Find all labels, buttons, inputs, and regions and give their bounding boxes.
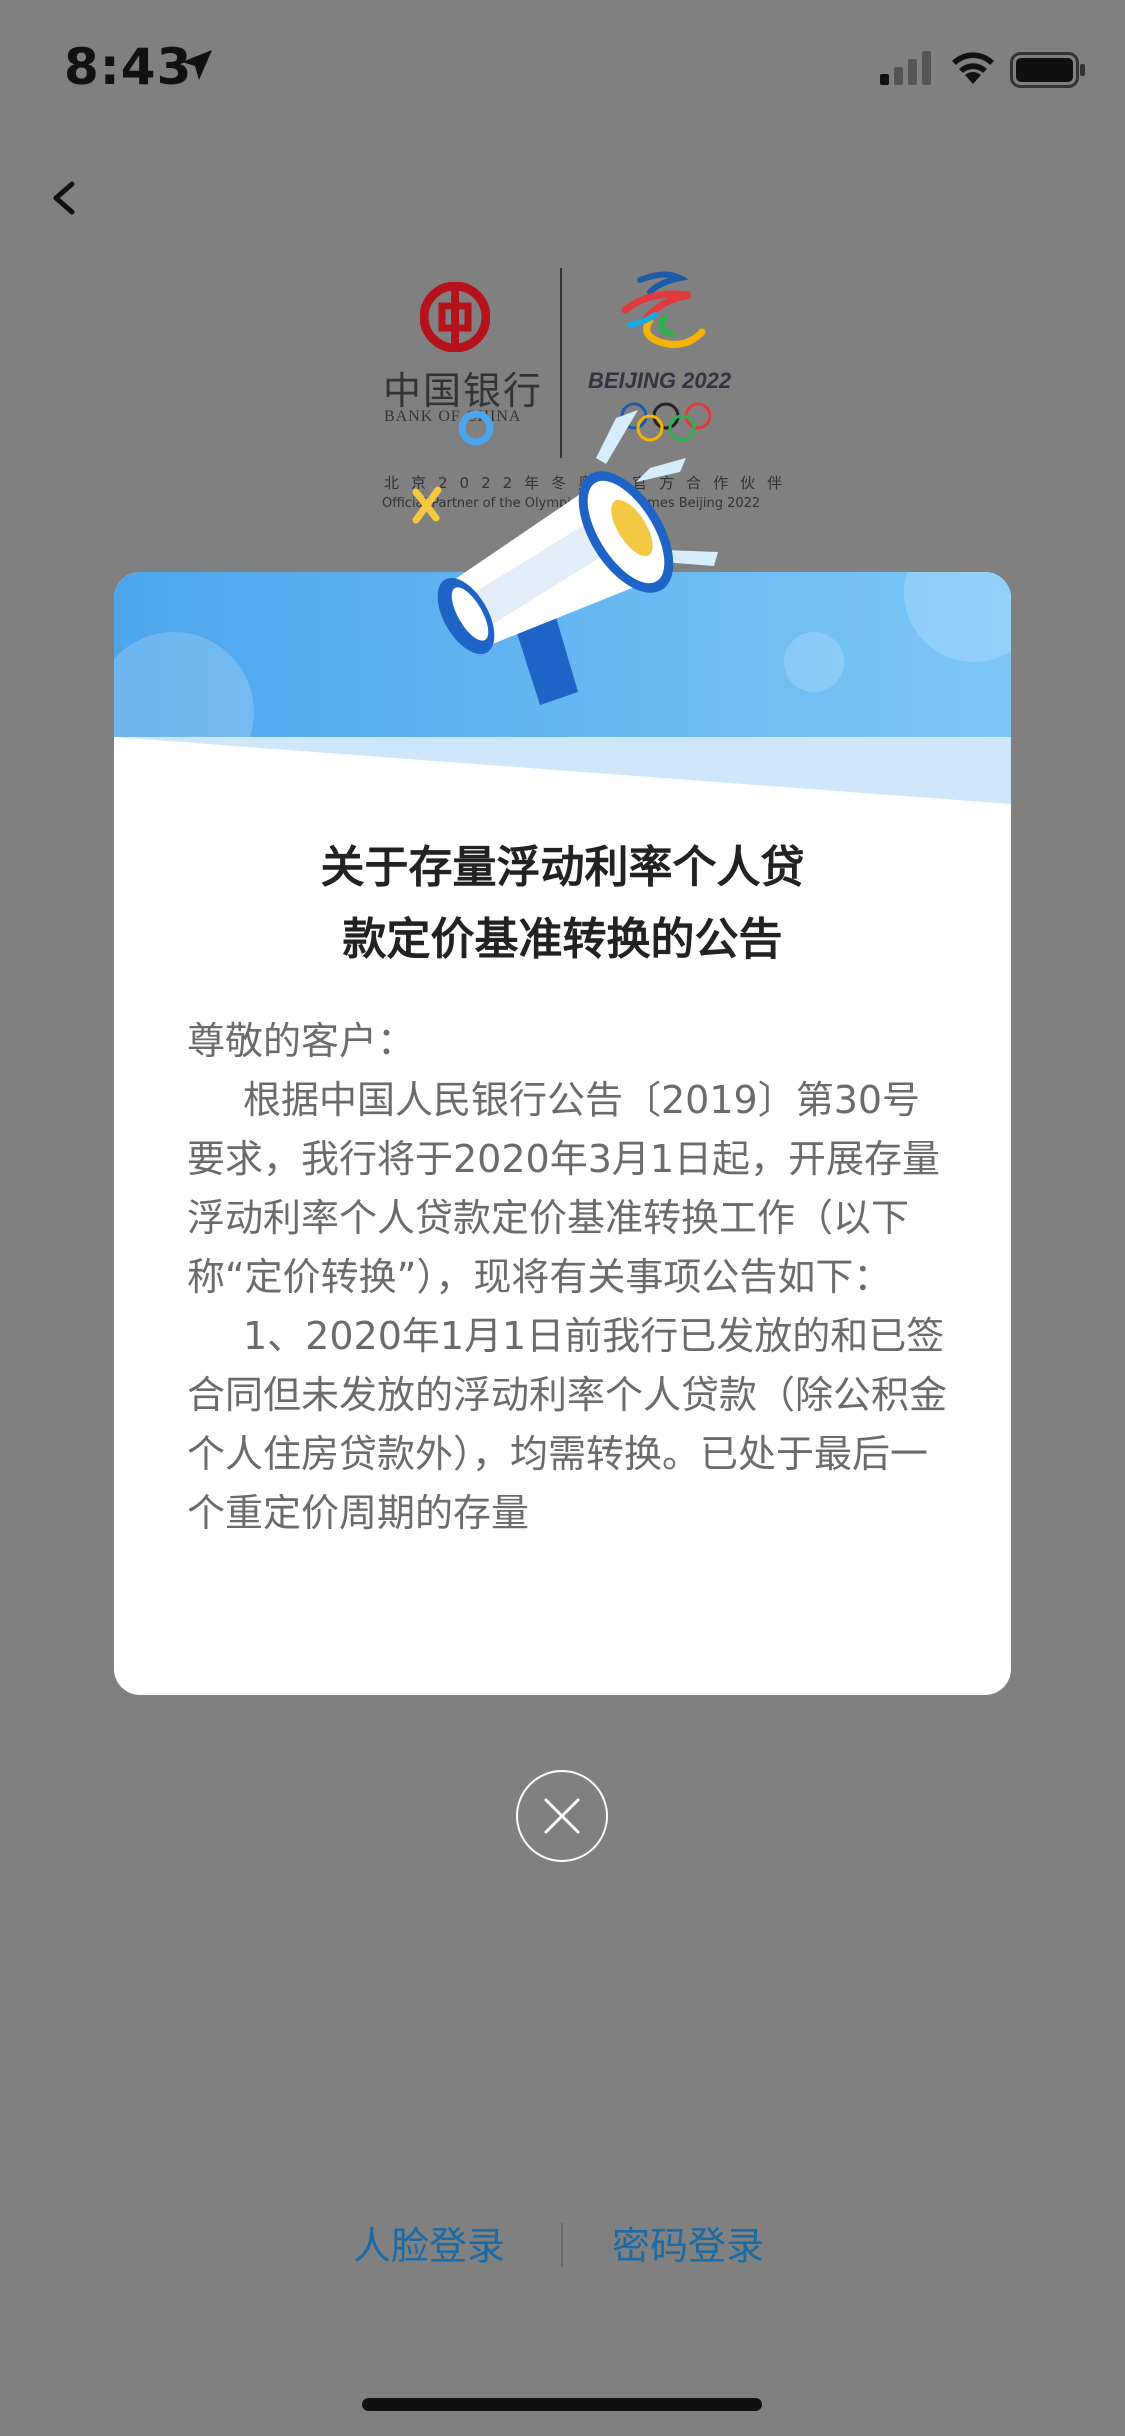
olympics-wordmark: BEIJING 2022 — [588, 368, 732, 393]
back-chevron-icon[interactable] — [40, 168, 120, 248]
notice-paragraph-2: 1、2020年1月1日前我行已发放的和已签合同但未发放的浮动利率个人贷款（除公积… — [187, 1314, 947, 1535]
megaphone-icon — [412, 410, 718, 705]
location-arrow-icon — [182, 50, 212, 80]
notice-paragraph-1: 根据中国人民银行公告〔2019〕第30号要求，我行将于2020年3月1日起，开展… — [187, 1078, 941, 1299]
notice-title: 关于存量浮动利率个人贷 款定价基准转换的公告 — [114, 832, 1011, 976]
wifi-icon — [952, 52, 994, 84]
close-button[interactable] — [516, 1770, 608, 1862]
notice-title-line2: 款定价基准转换的公告 — [342, 914, 783, 965]
notice-title-line1: 关于存量浮动利率个人贷 — [320, 842, 805, 893]
notice-greeting: 尊敬的客户： — [187, 1019, 416, 1063]
home-indicator[interactable] — [362, 2398, 762, 2411]
notice-body[interactable]: 尊敬的客户： 根据中国人民银行公告〔2019〕第30号要求，我行将于2020年3… — [187, 1012, 947, 1572]
status-bar: 8:43 — [0, 0, 1125, 140]
announcement-modal: 关于存量浮动利率个人贷 款定价基准转换的公告 尊敬的客户： 根据中国人民银行公告… — [114, 572, 1011, 1695]
bank-of-china-logo-icon — [420, 282, 490, 352]
password-login-link[interactable]: 密码登录 — [612, 2215, 764, 2270]
cellular-signal-icon — [880, 51, 931, 85]
login-separator — [561, 2223, 563, 2267]
face-login-link[interactable]: 人脸登录 — [353, 2215, 505, 2270]
login-options: 人脸登录 密码登录 — [0, 2215, 1125, 2275]
status-time: 8:43 — [64, 38, 193, 96]
close-icon — [544, 1798, 580, 1834]
beijing-2022-emblem-icon — [621, 271, 706, 348]
battery-icon — [1010, 52, 1085, 88]
